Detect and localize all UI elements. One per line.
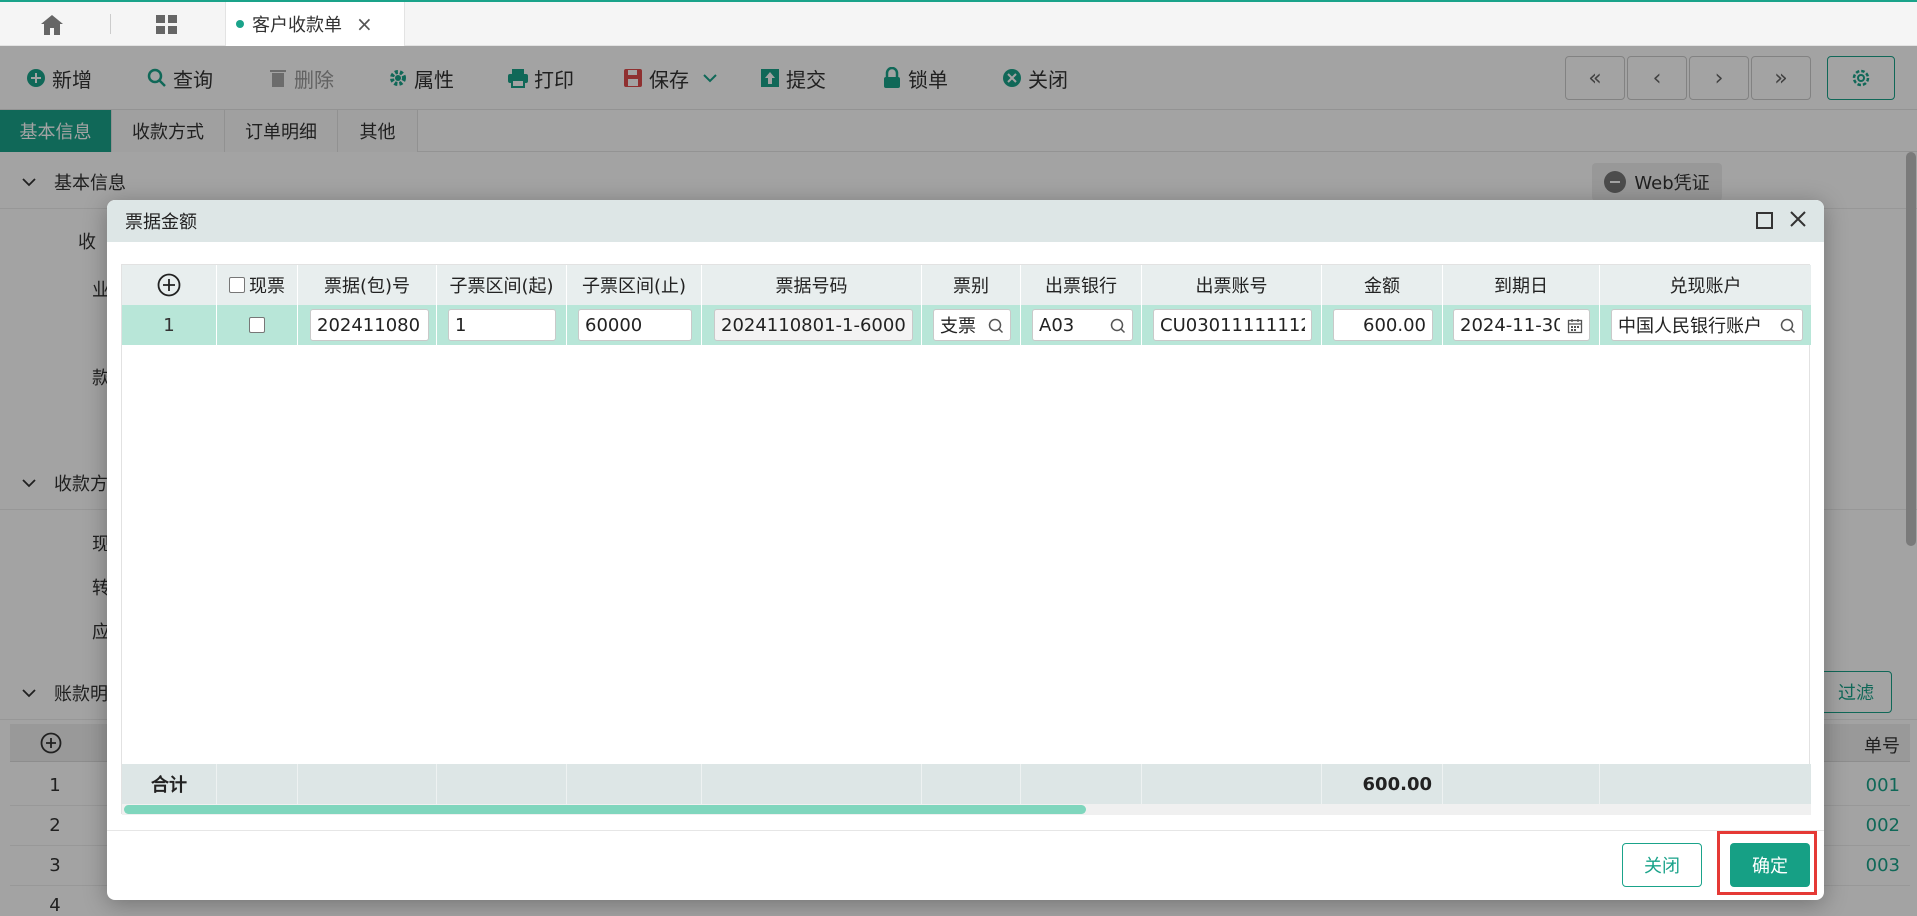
col-account: 出票账号 <box>1142 265 1322 305</box>
search-icon[interactable] <box>1110 318 1126 334</box>
bill-no-cell: 2024110801-1-60000 <box>702 305 922 345</box>
col-bill-type: 票别 <box>922 265 1021 305</box>
active-dot-icon <box>236 20 244 28</box>
bank-input[interactable]: A03 <box>1032 309 1133 341</box>
sub-from-input[interactable]: 1 <box>448 309 556 341</box>
col-bank: 出票银行 <box>1021 265 1142 305</box>
bill-type-input[interactable]: 支票 <box>933 309 1011 341</box>
footer-cell <box>217 764 298 804</box>
footer-cell <box>922 764 1021 804</box>
footer-cell <box>1021 764 1142 804</box>
grid-header: 现票 票据(包)号 子票区间(起) 子票区间(止) 票据号码 票别 出票银行 出… <box>122 265 1811 305</box>
account-cell: CU030111111122 <box>1142 305 1322 345</box>
footer-cell <box>1443 764 1600 804</box>
search-icon[interactable] <box>988 318 1004 334</box>
bill-no-value: 2024110801-1-60000 <box>721 314 906 336</box>
col-cash-account: 兑现账户 <box>1669 276 1742 297</box>
sub-from-value: 1 <box>455 314 467 336</box>
cash-account-cell: 中国人民银行账户 <box>1600 305 1811 345</box>
confirm-button[interactable]: 确定 <box>1730 843 1810 887</box>
bill-package-no-cell: 2024110801 <box>298 305 437 345</box>
tab-separator <box>110 14 111 34</box>
bank-cell: A03 <box>1021 305 1142 345</box>
footer-cell <box>567 764 702 804</box>
sub-to-cell: 60000 <box>567 305 702 345</box>
dialog-footer-divider <box>107 830 1824 831</box>
sub-to-input[interactable]: 60000 <box>578 309 692 341</box>
row-index: 1 <box>122 305 217 345</box>
footer-cell <box>1600 764 1811 804</box>
close-icon[interactable] <box>1787 208 1809 230</box>
home-icon[interactable] <box>40 14 64 36</box>
column-label: 现票 <box>249 276 285 297</box>
row-cash-bill-cell <box>217 305 298 345</box>
bill-package-no-input[interactable]: 2024110801 <box>310 309 429 341</box>
total-amount: 600.00 <box>1322 764 1443 804</box>
col-bill-package-no: 票据(包)号 <box>298 265 437 305</box>
sub-to-value: 60000 <box>585 314 643 336</box>
col-due-date: 到期日 <box>1443 265 1600 305</box>
due-date-input[interactable]: 2024-11-30 <box>1453 309 1590 341</box>
tab-customer-receipt[interactable]: 客户收款单 × <box>225 2 405 46</box>
bill-type-value: 支票 <box>940 316 976 337</box>
col-bill-no: 票据号码 <box>702 265 922 305</box>
footer-cell <box>702 764 922 804</box>
due-date-cell: 2024-11-30 <box>1443 305 1600 345</box>
search-icon[interactable] <box>1780 318 1796 334</box>
col-cash-bill[interactable]: 现票 <box>217 265 298 305</box>
footer-cell <box>1142 764 1322 804</box>
row-checkbox[interactable] <box>249 317 265 333</box>
amount-input[interactable]: 600.00 <box>1333 309 1433 341</box>
scrollbar-thumb[interactable] <box>124 805 1086 814</box>
amount-cell: 600.00 <box>1322 305 1443 345</box>
bill-grid: 现票 票据(包)号 子票区间(起) 子票区间(止) 票据号码 票别 出票银行 出… <box>121 264 1811 815</box>
tab-label: 客户收款单 <box>252 15 342 36</box>
dialog-title: 票据金额 <box>125 212 197 233</box>
cash-account-value: 中国人民银行账户 <box>1618 316 1762 337</box>
bill-no-input: 2024110801-1-60000 <box>714 309 913 341</box>
total-label: 合计 <box>122 764 217 804</box>
col-amount: 金额 <box>1322 265 1443 305</box>
close-tab-icon[interactable]: × <box>356 12 373 36</box>
table-row[interactable]: 1 2024110801 1 60000 2024110801-1-60000 … <box>122 305 1811 345</box>
grid-footer: 合计 600.00 <box>122 764 1811 804</box>
bill-package-no-value: 2024110801 <box>317 314 422 336</box>
footer-cell <box>298 764 437 804</box>
calendar-icon[interactable] <box>1567 318 1583 334</box>
due-date-value: 2024-11-30 <box>1460 314 1560 336</box>
bill-type-cell: 支票 <box>922 305 1021 345</box>
plus-circle-icon <box>157 273 181 297</box>
horizontal-scrollbar[interactable] <box>122 804 1811 815</box>
sub-from-cell: 1 <box>437 305 567 345</box>
bank-value: A03 <box>1039 314 1075 336</box>
amount-value: 600.00 <box>1363 314 1426 336</box>
apps-grid-icon[interactable] <box>155 14 179 36</box>
dialog-header: 票据金额 <box>107 200 1824 242</box>
col-sub-from: 子票区间(起) <box>437 265 567 305</box>
account-input[interactable]: CU030111111122 <box>1153 309 1312 341</box>
bill-amount-dialog: 票据金额 现票 票据(包)号 子票区间(起) 子票区间(止) 票据号码 票别 出… <box>107 200 1824 900</box>
dialog-close-button[interactable]: 关闭 <box>1622 843 1702 887</box>
maximize-icon[interactable] <box>1756 212 1773 229</box>
col-sub-to: 子票区间(止) <box>567 265 702 305</box>
footer-cell <box>437 764 567 804</box>
cash-account-input[interactable]: 中国人民银行账户 <box>1611 309 1803 341</box>
add-row-button[interactable] <box>122 265 217 305</box>
select-all-checkbox[interactable] <box>229 277 245 293</box>
window-tab-bar: 客户收款单 × <box>0 0 1917 46</box>
account-value: CU030111111122 <box>1160 314 1305 336</box>
